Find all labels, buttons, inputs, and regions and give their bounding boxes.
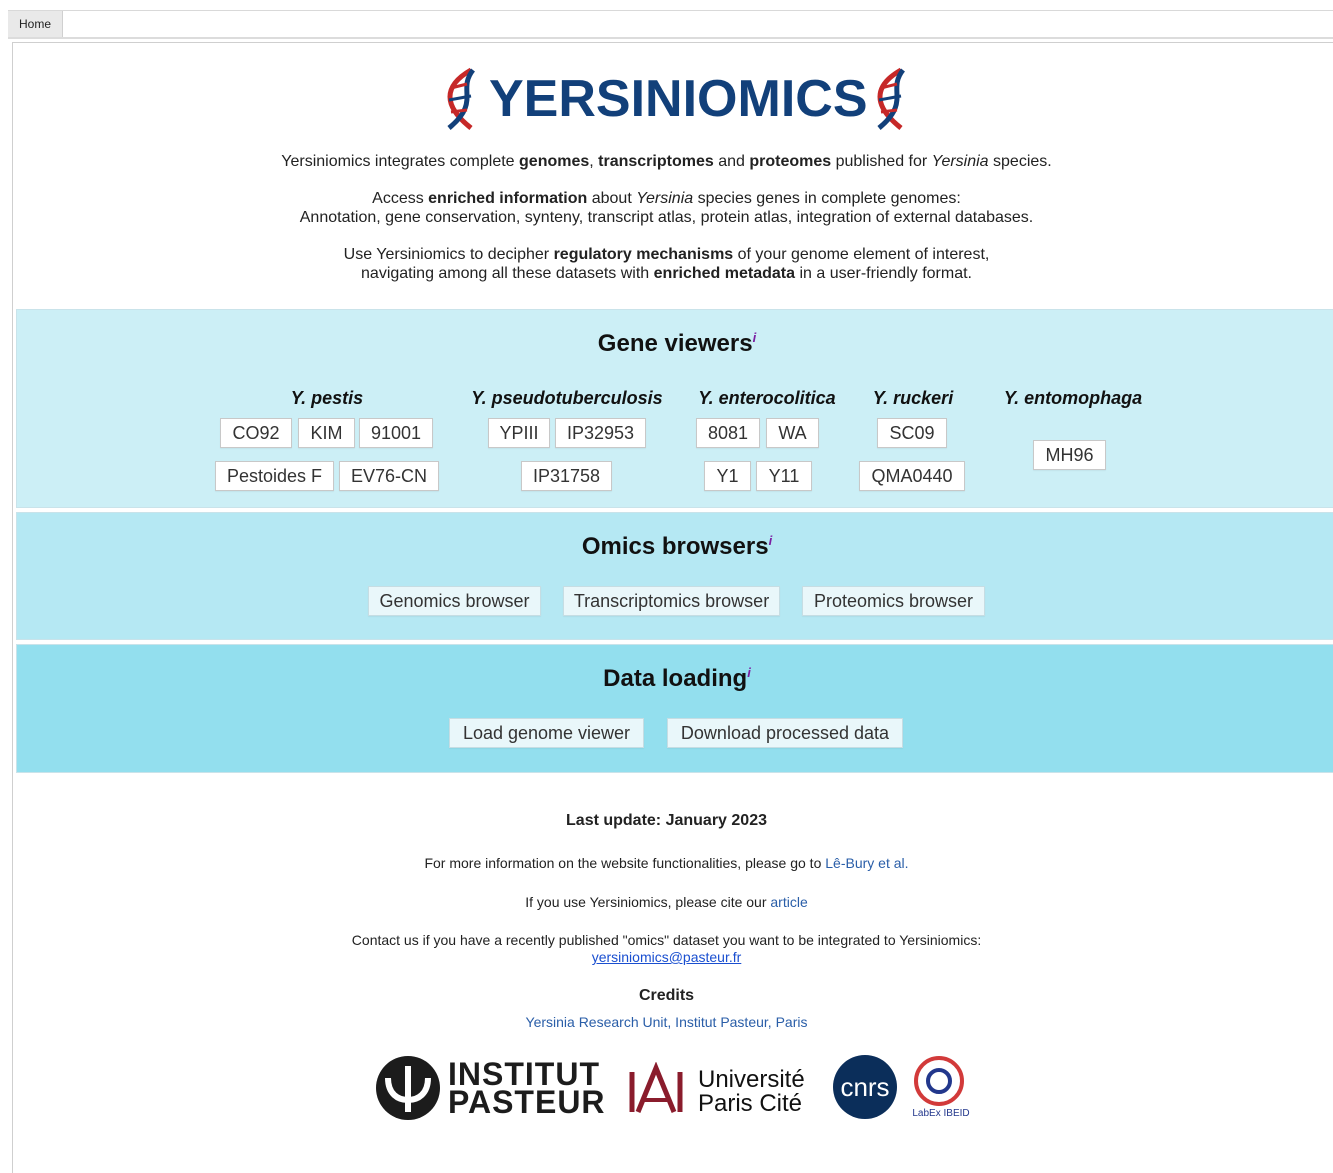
labex-ibeid-logo: LabEx IBEID (912, 1056, 970, 1124)
cite-text: If you use Yersiniomics, please cite our… (525, 894, 808, 910)
data-loading-section: Data loadingi Load genome viewer Downloa… (16, 644, 1333, 773)
download-processed-data-button[interactable]: Download processed data (667, 718, 903, 748)
strain-button-91001[interactable]: 91001 (359, 418, 433, 448)
credits-title: Credits (638, 987, 695, 1004)
labex-inner-icon (926, 1068, 952, 1094)
species-y-pseudotuberculosis: Y. pseudotuberculosis (471, 388, 663, 408)
strain-button-ypiii[interactable]: YPIII (488, 418, 550, 448)
strain-button-kim[interactable]: KIM (298, 418, 355, 448)
strain-button-ev76-cn[interactable]: EV76-CN (339, 461, 439, 491)
logo-title: YERSINIOMICS (489, 70, 868, 128)
email-link[interactable]: yersiniomics@pasteur.fr (592, 949, 742, 965)
labex-ibeid-text: LabEx IBEID (912, 1108, 970, 1119)
species-y-pestis: Y. pestis (290, 388, 364, 408)
proteomics-browser-button[interactable]: Proteomics browser (802, 586, 985, 616)
universite-paris-cite-logo-text: Université Paris Cité (698, 1066, 805, 1117)
genomics-browser-button[interactable]: Genomics browser (368, 586, 541, 616)
info-icon[interactable]: i (747, 665, 751, 680)
gene-viewers-title: Gene viewersi (597, 330, 757, 357)
tab-home[interactable]: Home (8, 11, 63, 38)
dna-helix-icon (447, 67, 476, 130)
credits-row: Yersinia Research Unit, Institut Pasteur… (0, 1014, 1333, 1030)
tab-bar-bottom-border (8, 37, 1333, 39)
strain-button-ip32953[interactable]: IP32953 (555, 418, 646, 448)
strain-button-y11[interactable]: Y11 (756, 461, 812, 491)
strain-button-mh96[interactable]: MH96 (1033, 440, 1106, 470)
omics-browsers-title: Omics browsersi (581, 533, 773, 560)
intro-line-3: Annotation, gene conservation, synteny, … (299, 209, 1034, 226)
strain-button-pestoides-f[interactable]: Pestoides F (215, 461, 334, 491)
tab-bar-top-border (8, 10, 1333, 11)
contact-email-row: yersiniomics@pasteur.fr (0, 949, 1333, 965)
strain-button-co92[interactable]: CO92 (220, 418, 292, 448)
universite-paris-cite-logo-icon (629, 1062, 683, 1113)
yersinia-research-unit-link[interactable]: Yersinia Research Unit, Institut Pasteur… (526, 1014, 808, 1030)
more-info-text: For more information on the website func… (424, 855, 909, 871)
intro-line-1: Yersiniomics integrates complete genomes… (281, 153, 1052, 170)
strain-button-wa[interactable]: WA (766, 418, 819, 448)
tab-bar: Home (0, 0, 1333, 40)
species-y-ruckeri: Y. ruckeri (872, 388, 954, 408)
dna-helix-icon (877, 67, 906, 130)
strain-button-8081[interactable]: 8081 (696, 418, 760, 448)
intro-line-2: Access enriched information about Yersin… (372, 190, 961, 207)
gene-viewers-section: Gene viewersi Y. pestis CO92 KIM 91001 P… (16, 309, 1333, 508)
strain-button-qma0440[interactable]: QMA0440 (859, 461, 965, 491)
transcriptomics-browser-button[interactable]: Transcriptomics browser (563, 586, 780, 616)
species-y-entomophaga: Y. entomophaga (1003, 388, 1143, 408)
yersiniomics-logo: YERSINIOMICS (437, 66, 917, 132)
institut-pasteur-logo-text: INSTITUT PASTEUR (448, 1056, 606, 1120)
omics-browsers-section: Omics browsersi Genomics browser Transcr… (16, 512, 1333, 640)
data-loading-title: Data loadingi (603, 665, 751, 692)
strain-button-y1[interactable]: Y1 (704, 461, 751, 491)
info-icon[interactable]: i (753, 330, 757, 345)
strain-button-sc09[interactable]: SC09 (877, 418, 947, 448)
le-bury-link[interactable]: Lê-Bury et al. (825, 855, 908, 871)
contact-text: Contact us if you have a recently publis… (351, 932, 982, 948)
institut-pasteur-logo-icon (376, 1056, 440, 1120)
info-icon[interactable]: i (769, 533, 773, 548)
species-y-enterocolitica: Y. enterocolitica (698, 388, 836, 408)
article-link[interactable]: article (770, 894, 807, 910)
intro-line-4: Use Yersiniomics to decipher regulatory … (343, 246, 990, 263)
cnrs-logo: cnrs (833, 1055, 897, 1119)
last-update: Last update: January 2023 (566, 812, 767, 829)
load-genome-viewer-button[interactable]: Load genome viewer (449, 718, 644, 748)
intro-line-5: navigating among all these datasets with… (361, 265, 972, 282)
strain-button-ip31758[interactable]: IP31758 (521, 461, 612, 491)
